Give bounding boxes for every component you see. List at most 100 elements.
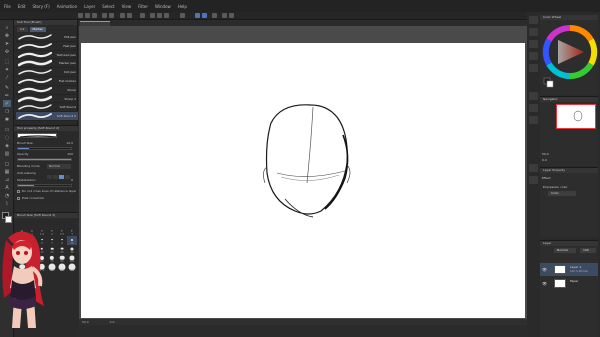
eye-icon[interactable]: 👁 (542, 281, 547, 286)
gradient-icon[interactable]: ▥ (3, 150, 11, 157)
decoration-icon[interactable]: ✱ (3, 116, 11, 123)
brush-item[interactable]: Soft Round 2 (16, 112, 78, 121)
menu-item-story-f[interactable]: Story (F) (32, 4, 49, 9)
snap-icon[interactable] (180, 13, 185, 18)
info-tab-icon[interactable] (529, 116, 538, 124)
menu-item-file[interactable]: File (4, 4, 11, 9)
brush-size-slider[interactable] (17, 147, 72, 150)
zoom-readout[interactable]: 50.0 (82, 320, 89, 324)
layer-row[interactable]: 👁 Layer 1 100 % Normal (540, 263, 598, 276)
tab-marker[interactable]: Marker (29, 27, 46, 32)
layer-opacity[interactable]: 100 (580, 248, 596, 253)
brush-size-option[interactable]: 80 (57, 254, 67, 263)
search-layer-tab-icon[interactable] (529, 176, 538, 184)
blend-icon[interactable]: ◌ (3, 134, 11, 141)
brush-item[interactable]: Mill pen (16, 33, 78, 42)
brush-size-option[interactable]: 25 (57, 245, 67, 254)
brush-size-option[interactable]: 70 (47, 254, 57, 263)
invert-icon[interactable] (150, 13, 155, 18)
undo-icon[interactable] (102, 13, 107, 18)
opacity-value[interactable]: 100 (67, 152, 73, 156)
checkbox-icon[interactable] (17, 196, 20, 200)
brush-item[interactable]: Flat marker (16, 77, 78, 86)
color-wheel-tab-icon[interactable] (529, 16, 538, 24)
brush-item[interactable]: Sharp (16, 86, 78, 95)
layer-blend-select[interactable]: Normal (554, 248, 576, 253)
special-ruler-snap-icon[interactable] (202, 13, 207, 18)
stabilization-value[interactable]: 6 (71, 178, 73, 182)
drawing-canvas[interactable] (81, 43, 525, 318)
brush-item[interactable]: Dot pen (16, 68, 78, 77)
brush-size-value[interactable]: 10.0 (66, 141, 73, 145)
navigator-zoom[interactable]: 50.0 (542, 152, 549, 156)
auto-select-icon[interactable]: ✦ (3, 66, 11, 73)
open-icon[interactable] (85, 13, 90, 18)
selection-icon[interactable]: ⬚ (3, 58, 11, 65)
menu-item-filter[interactable]: Filter (138, 4, 148, 9)
sub-view-tab-icon[interactable] (529, 104, 538, 112)
navigator-rotation[interactable]: 0.0 (542, 158, 547, 162)
intermediate-color-tab-icon[interactable] (529, 40, 538, 48)
tab-ink[interactable]: Ink (17, 27, 28, 32)
expression-color-select[interactable]: Color (548, 191, 576, 196)
brush-size-option[interactable]: 2 (47, 227, 57, 236)
airbrush-icon[interactable]: ❍ (3, 108, 11, 115)
ruler-icon[interactable]: ⊿ (3, 176, 11, 183)
crop-icon[interactable] (164, 13, 169, 18)
menu-item-animation[interactable]: Animation (57, 4, 77, 9)
option-row-1[interactable]: Do not cross lines of reference layer (17, 189, 76, 194)
brush-size-option[interactable]: 200 (47, 263, 57, 272)
color-set-tab-icon[interactable] (529, 28, 538, 36)
brush-item[interactable]: Textured pen (16, 51, 78, 60)
deselect-icon[interactable] (140, 13, 145, 18)
brush-size-option[interactable]: 8 (57, 236, 67, 245)
pen-icon[interactable]: ✎ (3, 84, 11, 91)
brush-size-option[interactable]: 100 (67, 254, 77, 263)
layer-property-tab-icon[interactable] (529, 164, 538, 172)
new-icon[interactable] (78, 13, 83, 18)
checkbox-icon[interactable] (17, 189, 20, 193)
frame-icon[interactable]: ▦ (3, 168, 11, 175)
menu-item-view[interactable]: View (122, 4, 132, 9)
brush-size-option[interactable]: 300 (67, 263, 77, 272)
zoom-icon[interactable]: ⌕ (3, 24, 11, 31)
redo-icon[interactable] (109, 13, 114, 18)
brush-size-option[interactable]: 3 (67, 227, 77, 236)
brush-item[interactable]: Marker pen (16, 59, 78, 69)
brush-icon[interactable]: ✐ (3, 100, 11, 107)
menu-item-select[interactable]: Select (102, 4, 114, 9)
eye-icon[interactable]: 👁 (542, 267, 547, 272)
fill-icon[interactable] (157, 13, 162, 18)
approx-color-tab-icon[interactable] (529, 52, 538, 60)
navigator-tab-icon[interactable] (529, 92, 538, 100)
clear-icon[interactable] (120, 13, 125, 18)
menu-item-window[interactable]: Window (155, 4, 171, 9)
navigator-thumbnail[interactable] (556, 104, 596, 129)
option-row-2[interactable]: Post correction (17, 196, 75, 201)
brush-size-option[interactable]: 2.5 (57, 227, 67, 236)
brush-size-option[interactable]: 7 (47, 236, 57, 245)
rotate-icon[interactable] (229, 13, 234, 18)
move-icon[interactable]: ✥ (3, 32, 11, 39)
sub-color-swatch[interactable] (5, 216, 12, 223)
pencil-icon[interactable]: ✏ (3, 92, 11, 99)
figure-icon[interactable]: ◻ (3, 160, 11, 167)
operation-icon[interactable]: ➤ (3, 40, 11, 47)
brush-size-option[interactable]: 10 (67, 236, 77, 245)
transform-icon[interactable] (127, 13, 132, 18)
menu-item-layer[interactable]: Layer (84, 4, 95, 9)
color-wheel[interactable] (540, 20, 598, 90)
balloon-icon[interactable]: ◔ (3, 192, 11, 199)
eraser-icon[interactable]: ▭ (3, 126, 11, 133)
rotation-readout[interactable]: 0.0 (110, 320, 115, 324)
menu-item-edit[interactable]: Edit (18, 4, 26, 9)
blending-select[interactable]: Normal (47, 164, 71, 169)
brush-item[interactable]: Fast pen (16, 42, 78, 51)
mirror-icon[interactable] (222, 13, 227, 18)
move-layer-icon[interactable]: ✣ (3, 48, 11, 55)
stabilization-slider[interactable] (17, 184, 72, 187)
brush-size-option[interactable]: 250 (57, 263, 67, 272)
brush-size-option[interactable]: 20 (47, 245, 57, 254)
brush-item[interactable]: Soft Round (16, 103, 78, 113)
layer-row[interactable]: 👁 Paper (540, 277, 598, 290)
